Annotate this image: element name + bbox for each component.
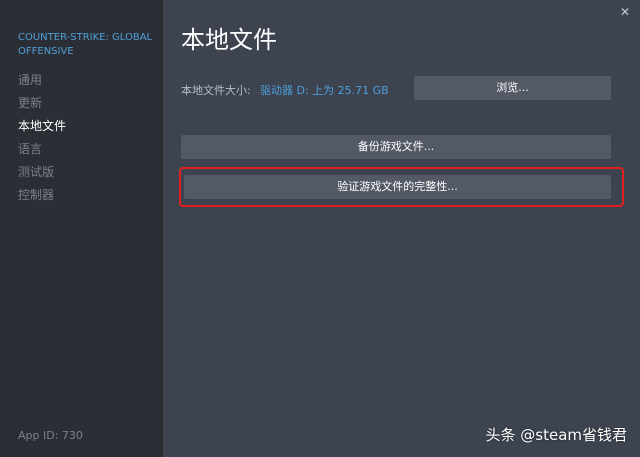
local-file-size-value: 驱动器 D: 上为 25.71 GB	[260, 84, 389, 97]
backup-game-files-button[interactable]: 备份游戏文件...	[181, 135, 611, 159]
sidebar-item-local-files[interactable]: 本地文件	[18, 117, 66, 140]
sidebar-item-general[interactable]: 通用	[18, 71, 66, 94]
sidebar-item-controller[interactable]: 控制器	[18, 186, 66, 209]
main-panel: ✕ 本地文件 本地文件大小: 驱动器 D: 上为 25.71 GB 浏览... …	[163, 0, 640, 457]
page-title: 本地文件	[181, 26, 277, 54]
watermark: 头条 @steam省钱君	[485, 426, 628, 444]
sidebar-nav: 通用 更新 本地文件 语言 测试版 控制器	[18, 71, 66, 209]
sidebar: COUNTER-STRIKE: GLOBAL OFFENSIVE 通用 更新 本…	[0, 0, 163, 457]
sidebar-item-updates[interactable]: 更新	[18, 94, 66, 117]
sidebar-item-language[interactable]: 语言	[18, 140, 66, 163]
game-title: COUNTER-STRIKE: GLOBAL OFFENSIVE	[18, 32, 153, 57]
browse-button[interactable]: 浏览...	[414, 76, 611, 100]
verify-integrity-button[interactable]: 验证游戏文件的完整性...	[184, 175, 611, 199]
close-icon[interactable]: ✕	[618, 5, 632, 19]
sidebar-item-betas[interactable]: 测试版	[18, 163, 66, 186]
local-file-size-label: 本地文件大小:	[181, 84, 251, 97]
app-id-label: App ID: 730	[18, 429, 83, 442]
steam-properties-window: COUNTER-STRIKE: GLOBAL OFFENSIVE 通用 更新 本…	[0, 0, 640, 457]
